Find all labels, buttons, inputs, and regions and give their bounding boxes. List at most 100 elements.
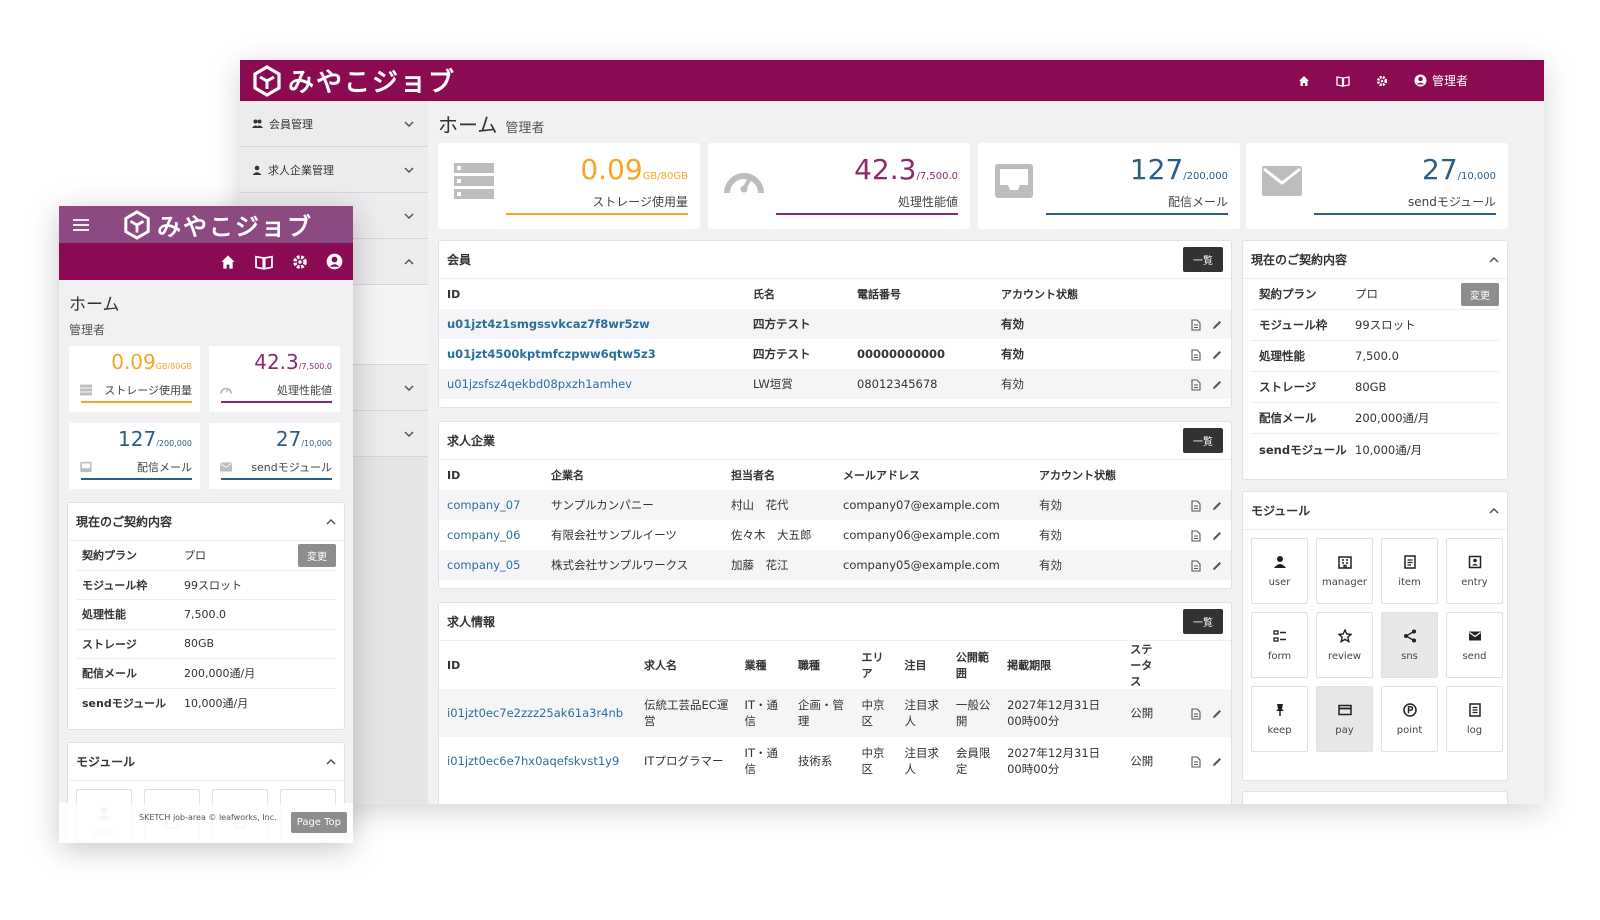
- member-id-link[interactable]: u01jzt4500kptmfczpww6qtw5z3: [439, 339, 745, 369]
- table-row[interactable]: company_05 株式会社サンプルワークス 加藤 花江 company05@…: [439, 550, 1231, 580]
- module-label: keep: [1267, 724, 1292, 736]
- module-keep[interactable]: keep: [1251, 686, 1308, 752]
- inbox-icon: [995, 164, 1033, 198]
- home-icon[interactable]: [220, 254, 236, 270]
- document-icon[interactable]: [1191, 348, 1201, 361]
- module-item[interactable]: item: [1381, 538, 1438, 604]
- book-icon[interactable]: [254, 254, 274, 270]
- module-point[interactable]: point: [1381, 686, 1438, 752]
- sidebar-item-companies[interactable]: 求人企業管理: [240, 147, 428, 193]
- document-icon[interactable]: [1191, 707, 1201, 720]
- gear-icon[interactable]: [1376, 75, 1388, 87]
- document-icon[interactable]: [1191, 529, 1201, 542]
- home-icon[interactable]: [1298, 75, 1310, 87]
- card-header: 求人情報 一覧: [439, 603, 1231, 641]
- change-plan-button[interactable]: 変更: [298, 543, 336, 567]
- table-row[interactable]: i01jzt0ec6e7hx0aqefskvst1y9 ITプログラマー IT・…: [439, 737, 1231, 785]
- log-icon: [1468, 702, 1481, 717]
- change-plan-button[interactable]: 変更: [1461, 282, 1499, 306]
- cube-logo-icon: [124, 209, 150, 240]
- column-header: 氏名: [753, 288, 775, 301]
- hamburger-menu-icon[interactable]: [73, 218, 89, 231]
- job-area: 中京区: [853, 689, 897, 737]
- job-status: 公開: [1130, 754, 1154, 768]
- contract-card: 現在のご契約内容 契約プラン プロ 変更 モジュール枠 99スロット 処理性能 7,50…: [67, 502, 345, 730]
- column-header: ID: [447, 658, 461, 672]
- edit-icon[interactable]: [1211, 560, 1223, 572]
- job-id-link[interactable]: i01jzt0ec6e7hx0aqefskvst1y9: [439, 737, 636, 785]
- contract-value: 200,000通/月: [184, 667, 256, 681]
- user-circle-icon[interactable]: [326, 253, 343, 270]
- sidebar-item-members[interactable]: 会員管理: [240, 101, 428, 147]
- chevron-up-icon[interactable]: [1489, 256, 1499, 263]
- contract-value: 10,000通/月: [1355, 442, 1423, 457]
- edit-icon[interactable]: [1211, 349, 1223, 361]
- module-form[interactable]: form: [1251, 612, 1308, 678]
- contract-key: 配信メール: [1259, 411, 1317, 425]
- edit-icon[interactable]: [1211, 319, 1223, 331]
- user-menu[interactable]: 管理者: [1414, 72, 1468, 89]
- form-icon: [1272, 629, 1286, 642]
- document-icon[interactable]: [1191, 755, 1201, 768]
- member-phone: 08012345678: [849, 369, 993, 399]
- job-deadline: 2027年12月31日00時00分: [999, 689, 1123, 737]
- edit-icon[interactable]: [1211, 530, 1223, 542]
- stat-value: 42.3/7,500.0: [254, 350, 332, 374]
- chevron-up-icon[interactable]: [326, 758, 336, 765]
- stat-progress: [776, 213, 958, 215]
- cube-logo-icon: [253, 64, 281, 97]
- companies-list-button[interactable]: 一覧: [1183, 428, 1223, 453]
- module-pay[interactable]: pay: [1316, 686, 1373, 752]
- modules-card: モジュール user manager item entry form revie…: [1242, 491, 1508, 781]
- module-review[interactable]: review: [1316, 612, 1373, 678]
- job-id-link[interactable]: i01jzt0ec7e2zzz25ak61a3r4nb: [439, 689, 637, 737]
- jobs-list-button[interactable]: 一覧: [1183, 609, 1223, 634]
- contract-list: 契約プラン プロ 変更 モジュール枠 99スロット 処理性能 7,500.0 ストレージ…: [68, 541, 344, 718]
- document-icon[interactable]: [1191, 378, 1201, 391]
- members-list-button[interactable]: 一覧: [1183, 247, 1223, 272]
- page-top-button[interactable]: Page Top: [290, 812, 347, 833]
- member-id-link[interactable]: u01jzsfsz4qekbd08pxzh1amhev: [439, 369, 745, 399]
- table-row[interactable]: u01jzsfsz4qekbd08pxzh1amhev LW垣賞 0801234…: [439, 369, 1231, 399]
- module-log[interactable]: log: [1446, 686, 1503, 752]
- edit-icon[interactable]: [1211, 379, 1223, 391]
- column-header: 電話番号: [857, 288, 901, 301]
- page-header: ホーム 管理者: [59, 280, 353, 338]
- card-header: モジュール: [68, 743, 344, 781]
- gear-icon[interactable]: [292, 254, 308, 270]
- table-row[interactable]: u01jzt4500kptmfczpww6qtw5z3 四方テスト 000000…: [439, 339, 1231, 369]
- card-header: 会員 一覧: [439, 241, 1231, 279]
- contract-key: 契約プラン: [1259, 287, 1317, 301]
- company-id-link[interactable]: company_06: [439, 520, 543, 550]
- chevron-up-icon[interactable]: [326, 518, 336, 525]
- module-manager[interactable]: manager: [1316, 538, 1373, 604]
- edit-icon[interactable]: [1211, 756, 1223, 768]
- contract-value: プロ: [184, 549, 206, 563]
- edit-icon[interactable]: [1211, 708, 1223, 720]
- stat-value: 0.09GB/80GB: [111, 350, 192, 374]
- brand-logo[interactable]: みやこジョブ: [252, 62, 456, 99]
- book-icon[interactable]: [1336, 75, 1350, 87]
- company-id-link[interactable]: company_05: [439, 550, 543, 580]
- page-title: ホーム: [438, 113, 498, 137]
- table-row[interactable]: i01jzt0ec7e2zzz25ak61a3r4nb 伝統工芸品EC運営 IT…: [439, 689, 1231, 737]
- document-icon[interactable]: [1191, 559, 1201, 572]
- contract-row: 処理性能 7,500.0: [76, 600, 336, 630]
- module-send[interactable]: send: [1446, 612, 1503, 678]
- edit-icon[interactable]: [1211, 500, 1223, 512]
- chevron-up-icon[interactable]: [1489, 507, 1499, 514]
- stat-progress: [81, 478, 192, 480]
- module-sns[interactable]: sns: [1381, 612, 1438, 678]
- table-row[interactable]: company_06 有限会社サンプルイーツ 佐々木 大五郎 company06…: [439, 520, 1231, 550]
- module-entry[interactable]: entry: [1446, 538, 1503, 604]
- document-icon[interactable]: [1191, 499, 1201, 512]
- brand-logo[interactable]: みやこジョブ: [123, 207, 313, 242]
- document-icon[interactable]: [1191, 318, 1201, 331]
- module-user[interactable]: user: [1251, 538, 1308, 604]
- table-row[interactable]: company_07 サンプルカンパニー 村山 花代 company07@exa…: [439, 490, 1231, 520]
- company-id-link[interactable]: company_07: [439, 490, 543, 520]
- job-featured: 注目求人: [896, 689, 948, 737]
- job-industry: IT・通信: [744, 746, 778, 776]
- member-id-link[interactable]: u01jzt4z1smgssvkcaz7f8wr5zw: [439, 309, 745, 339]
- table-row[interactable]: u01jzt4z1smgssvkcaz7f8wr5zw 四方テスト 有効: [439, 309, 1231, 339]
